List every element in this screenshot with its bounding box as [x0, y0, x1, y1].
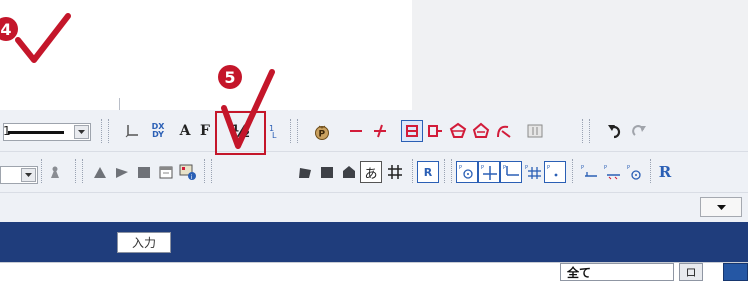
checkmark-icon [15, 13, 71, 63]
chevron-down-icon [716, 204, 726, 210]
toolbar-separator [589, 119, 590, 143]
svg-text:P: P [459, 165, 462, 171]
line-width-select[interactable]: 1 [3, 123, 91, 141]
dy-label: DY [152, 130, 164, 139]
toolbar-separator [650, 159, 651, 183]
checkmark-icon [221, 69, 275, 149]
toolbar-separator [444, 159, 445, 183]
chevron-down-icon[interactable] [21, 168, 36, 182]
text-a-button[interactable]: あ [360, 161, 382, 183]
filter-select[interactable]: 全て [560, 263, 674, 281]
r-box-button[interactable]: R [417, 161, 439, 183]
toolbar-separator [582, 119, 583, 143]
toolbar-separator [204, 159, 205, 183]
pentagon-tool-icon[interactable] [447, 120, 469, 142]
undo-icon[interactable] [604, 120, 626, 142]
toolbar-separator [297, 119, 298, 143]
toolbar-separator [211, 159, 212, 183]
point-r-button[interactable]: R [654, 161, 676, 183]
point-offset-icon[interactable]: P [578, 161, 600, 183]
fill-house-icon[interactable] [338, 161, 360, 183]
toolbar-row-3 [0, 192, 748, 223]
text-tool-label: A [179, 123, 191, 139]
svg-text:P: P [503, 165, 506, 171]
font-tool-button[interactable]: F [198, 120, 212, 142]
font-tool-label: F [200, 123, 210, 139]
toolbar-separator [451, 159, 452, 183]
point-circle-icon[interactable]: P [456, 161, 478, 183]
tab-input[interactable]: 入力 [117, 232, 171, 253]
shape-gray-icon[interactable] [89, 161, 111, 183]
text-a-label: あ [364, 166, 378, 182]
tab-bar [0, 222, 748, 262]
line-sample [8, 131, 64, 134]
toolbar-separator [108, 119, 109, 143]
rect-split-tool-icon[interactable] [424, 120, 446, 142]
point-grid-icon[interactable]: P [522, 161, 544, 183]
pin-label: ロ [685, 266, 697, 279]
pin-button[interactable]: ロ [679, 263, 703, 281]
svg-text:P: P [604, 165, 607, 171]
toolbar-separator [412, 159, 413, 183]
bag-p-icon[interactable]: P [311, 120, 333, 142]
tab-input-label: 入力 [131, 236, 156, 250]
fill-square-icon[interactable] [316, 161, 338, 183]
hatch-icon[interactable] [384, 161, 406, 183]
layer-select[interactable] [0, 166, 38, 184]
house-tool-icon[interactable] [470, 120, 492, 142]
panel-button[interactable] [723, 263, 748, 281]
toolbar-separator [290, 119, 291, 143]
person-icon[interactable] [44, 161, 66, 183]
toolbar-separator [41, 159, 42, 183]
svg-text:P: P [547, 165, 550, 171]
svg-text:P: P [581, 165, 584, 171]
text-tool-button[interactable]: A [174, 120, 196, 142]
point-line-icon[interactable]: P [500, 161, 522, 183]
toolbar-separator [75, 159, 76, 183]
toolbar-separator [572, 159, 573, 183]
panel-divider [119, 98, 120, 110]
toolbar-separator [82, 159, 83, 183]
grid-disabled-icon[interactable] [524, 120, 546, 142]
svg-text:P: P [627, 165, 630, 171]
redo-icon[interactable] [628, 120, 650, 142]
dx-dy-tool-button[interactable]: DX DY [147, 120, 169, 142]
step-marker-4-label: 4 [0, 19, 12, 39]
wedge-gray-icon[interactable] [111, 161, 133, 183]
toolbar-separator [101, 119, 102, 143]
leader-line-icon[interactable] [121, 120, 143, 142]
fill-shape-icon[interactable] [294, 161, 316, 183]
point-dot-icon[interactable]: P [544, 161, 566, 183]
filter-label: 全て [567, 266, 592, 280]
chevron-down-icon[interactable] [74, 125, 89, 139]
point-measure-icon[interactable]: P [601, 161, 623, 183]
r-box-label: R [423, 165, 433, 179]
svg-text:P: P [525, 165, 528, 171]
svg-text:P: P [481, 165, 484, 171]
point-arc-icon[interactable]: P [624, 161, 646, 183]
image-info-icon[interactable]: i [177, 161, 199, 183]
arc-tool-icon[interactable] [493, 120, 515, 142]
calendar-icon[interactable] [155, 161, 177, 183]
point-cross-icon[interactable]: P [478, 161, 500, 183]
square-gray-icon[interactable] [133, 161, 155, 183]
toolbar-options-dropdown[interactable] [700, 197, 742, 217]
line-tool-icon[interactable] [345, 120, 367, 142]
point-r-label: R [658, 163, 672, 181]
svg-text:P: P [319, 130, 326, 140]
top-right-panel [412, 0, 748, 110]
rect-line-tool-icon[interactable] [401, 120, 423, 142]
slash-line-tool-icon[interactable] [369, 120, 391, 142]
